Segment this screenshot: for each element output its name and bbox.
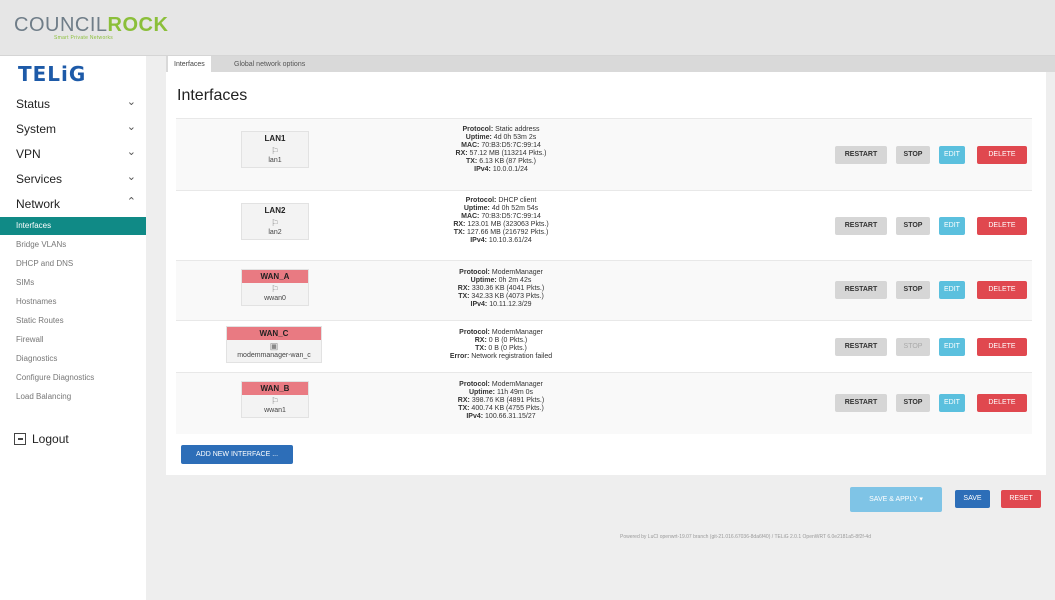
interface-status: Protocol: ModemManager RX: 0 B (0 Pkts.)… <box>449 329 553 360</box>
sidebar-subitem-configure-diagnostics[interactable]: Configure Diagnostics <box>0 369 146 387</box>
restart-button[interactable]: RESTART <box>835 146 887 164</box>
sidebar-subitem-load-balancing[interactable]: Load Balancing <box>0 388 146 406</box>
chevron-down-icon: ⌄ <box>126 146 136 158</box>
sidebar-subitem-diagnostics[interactable]: Diagnostics <box>0 350 146 368</box>
stop-button[interactable]: STOP <box>896 394 930 412</box>
interface-row: LAN1 ⚐ lan1 Protocol: Static address Upt… <box>176 118 1032 190</box>
interface-status: Protocol: ModemManager Uptime: 0h 2m 42s… <box>457 269 545 308</box>
stop-button[interactable]: STOP <box>896 217 930 235</box>
modem-icon: ▣ <box>269 341 279 351</box>
sidebar-subitem-interfaces[interactable]: Interfaces <box>0 217 146 235</box>
page-title: Interfaces <box>177 87 248 104</box>
product-logo: TELiG <box>18 62 87 86</box>
delete-button[interactable]: DELETE <box>977 338 1027 356</box>
interface-row: WAN_A ⚐ wwan0 Protocol: ModemManager Upt… <box>176 260 1032 320</box>
delete-button[interactable]: DELETE <box>977 281 1027 299</box>
councilrock-logo: COUNCILROCK Smart Private Networks <box>14 14 169 41</box>
edit-button[interactable]: EDIT <box>939 146 965 164</box>
add-interface-button[interactable]: ADD NEW INTERFACE ... <box>181 445 293 464</box>
modem-icon: ⚐ <box>270 396 280 406</box>
restart-button[interactable]: RESTART <box>835 217 887 235</box>
sidebar-subitem-hostnames[interactable]: Hostnames <box>0 293 146 311</box>
interface-status: Protocol: DHCP client Uptime: 4d 0h 52m … <box>453 197 549 244</box>
save-button[interactable]: SAVE <box>955 490 990 508</box>
stop-button[interactable]: STOP <box>896 338 930 356</box>
sidebar-item-status[interactable]: Status ⌄ <box>0 92 146 116</box>
chevron-down-icon: ⌄ <box>126 96 136 108</box>
restart-button[interactable]: RESTART <box>835 281 887 299</box>
interface-status: Protocol: ModemManager Uptime: 11h 49m 0… <box>457 381 545 420</box>
interface-row: LAN2 ⚐ lan2 Protocol: DHCP client Uptime… <box>176 190 1032 260</box>
edit-button[interactable]: EDIT <box>939 394 965 412</box>
sidebar-subitem-static-routes[interactable]: Static Routes <box>0 312 146 330</box>
delete-button[interactable]: DELETE <box>977 146 1027 164</box>
sidebar-subitem-firewall[interactable]: Firewall <box>0 331 146 349</box>
interface-badge: LAN2 ⚐ lan2 <box>241 203 309 240</box>
tab-global-network-options[interactable]: Global network options <box>228 56 311 72</box>
restart-button[interactable]: RESTART <box>835 394 887 412</box>
chevron-down-icon: ⌄ <box>126 171 136 183</box>
sidebar-subitem-sims[interactable]: SIMs <box>0 274 146 292</box>
restart-button[interactable]: RESTART <box>835 338 887 356</box>
interface-status: Protocol: Static address Uptime: 4d 0h 5… <box>455 126 547 173</box>
interface-badge: WAN_A ⚐ wwan0 <box>241 269 309 306</box>
sidebar-item-services[interactable]: Services ⌄ <box>0 167 146 191</box>
delete-button[interactable]: DELETE <box>977 217 1027 235</box>
tab-bar: Interfaces Global network options <box>166 56 1055 72</box>
save-apply-button[interactable]: SAVE & APPLY ▾ <box>850 487 942 512</box>
interface-row: WAN_B ⚐ wwan1 Protocol: ModemManager Upt… <box>176 372 1032 434</box>
logout-link[interactable]: Logout <box>14 432 69 446</box>
sidebar-subitem-bridge-vlans[interactable]: Bridge VLANs <box>0 236 146 254</box>
footer-text: Powered by LuCI openwrt-19.07 branch (gi… <box>620 534 871 540</box>
reset-button[interactable]: RESET <box>1001 490 1041 508</box>
stop-button[interactable]: STOP <box>896 281 930 299</box>
ethernet-port-icon: ⚐ <box>270 146 280 156</box>
top-bar: COUNCILROCK Smart Private Networks <box>0 0 1055 56</box>
interface-badge: LAN1 ⚐ lan1 <box>241 131 309 168</box>
edit-button[interactable]: EDIT <box>939 281 965 299</box>
edit-button[interactable]: EDIT <box>939 338 965 356</box>
logout-icon <box>14 433 26 445</box>
interface-badge: WAN_C ▣ modemmanager-wan_c <box>226 326 322 363</box>
sidebar-item-vpn[interactable]: VPN ⌄ <box>0 142 146 166</box>
sidebar-subitem-dhcp-dns[interactable]: DHCP and DNS <box>0 255 146 273</box>
tab-interfaces[interactable]: Interfaces <box>168 56 211 72</box>
chevron-down-icon: ⌄ <box>126 121 136 133</box>
modem-icon: ⚐ <box>270 284 280 294</box>
sidebar-item-system[interactable]: System ⌄ <box>0 117 146 141</box>
chevron-up-icon: ⌃ <box>126 196 136 208</box>
interface-row: WAN_C ▣ modemmanager-wan_c Protocol: Mod… <box>176 320 1032 372</box>
ethernet-port-icon: ⚐ <box>270 218 280 228</box>
delete-button[interactable]: DELETE <box>977 394 1027 412</box>
sidebar-item-network[interactable]: Network ⌃ <box>0 192 146 216</box>
stop-button[interactable]: STOP <box>896 146 930 164</box>
edit-button[interactable]: EDIT <box>939 217 965 235</box>
interface-badge: WAN_B ⚐ wwan1 <box>241 381 309 418</box>
